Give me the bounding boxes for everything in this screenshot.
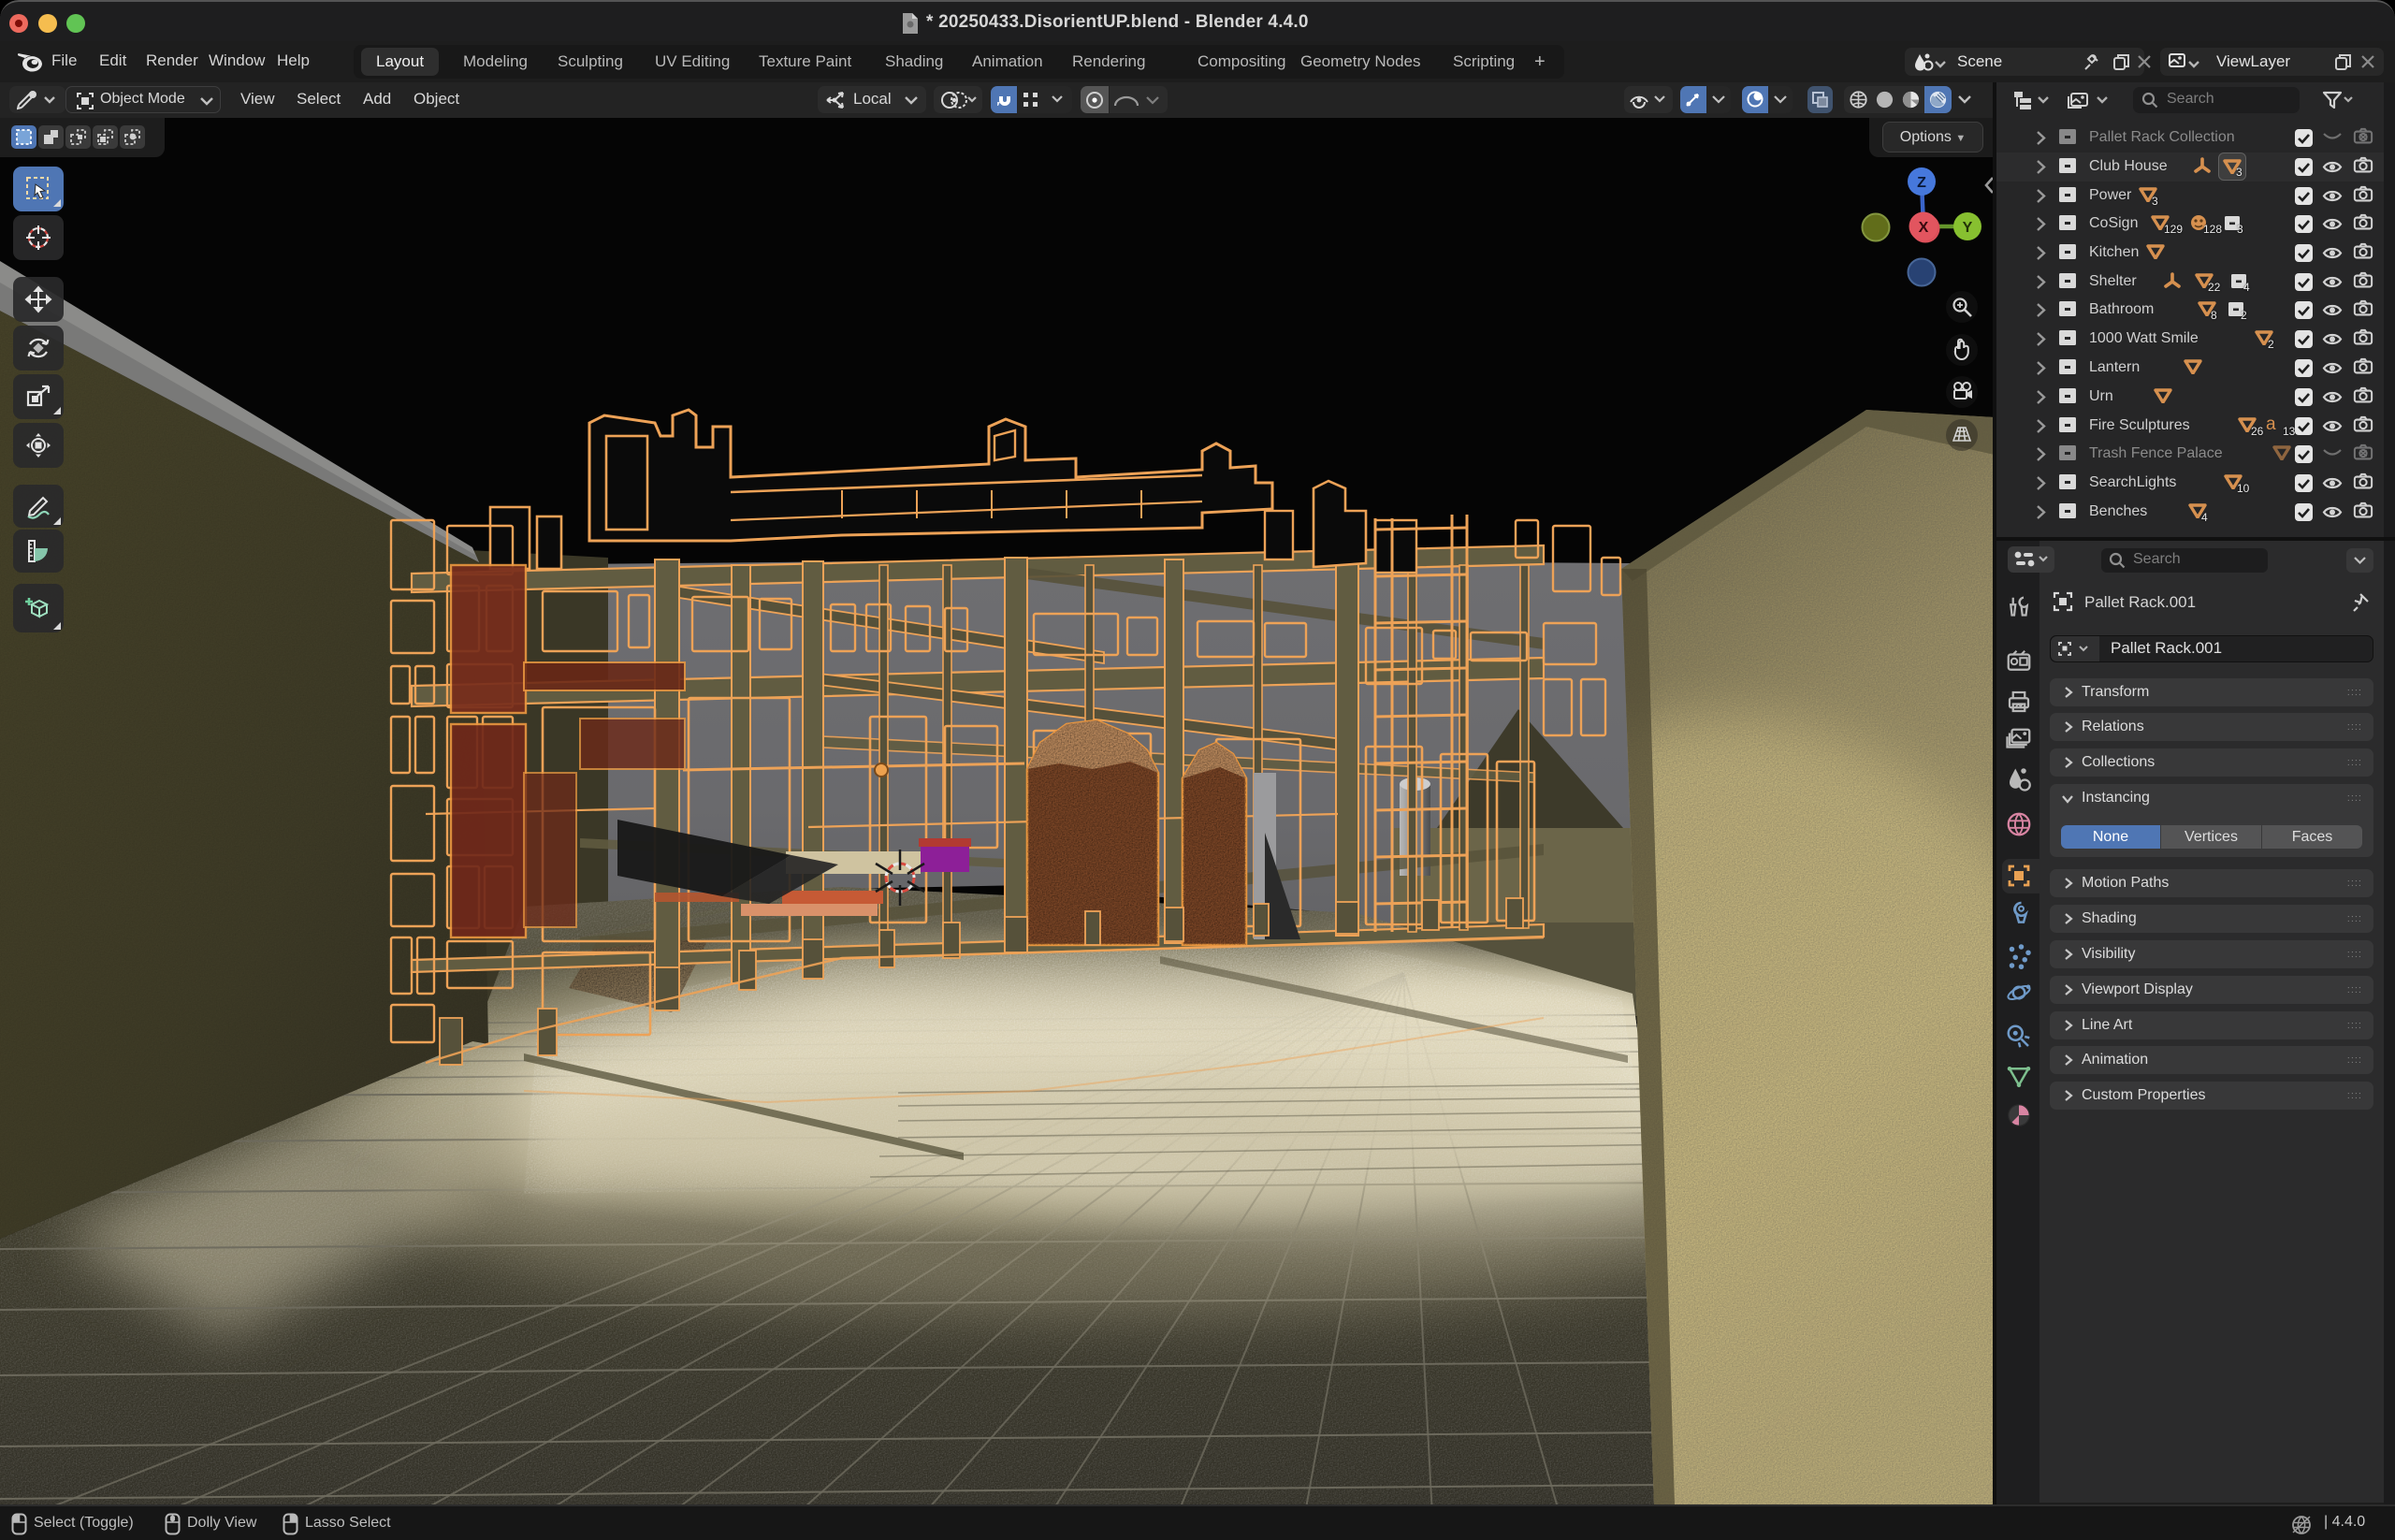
svg-text:X: X xyxy=(1919,220,1929,236)
svg-text:Z: Z xyxy=(1917,175,1926,191)
svg-text:Y: Y xyxy=(1963,220,1973,236)
